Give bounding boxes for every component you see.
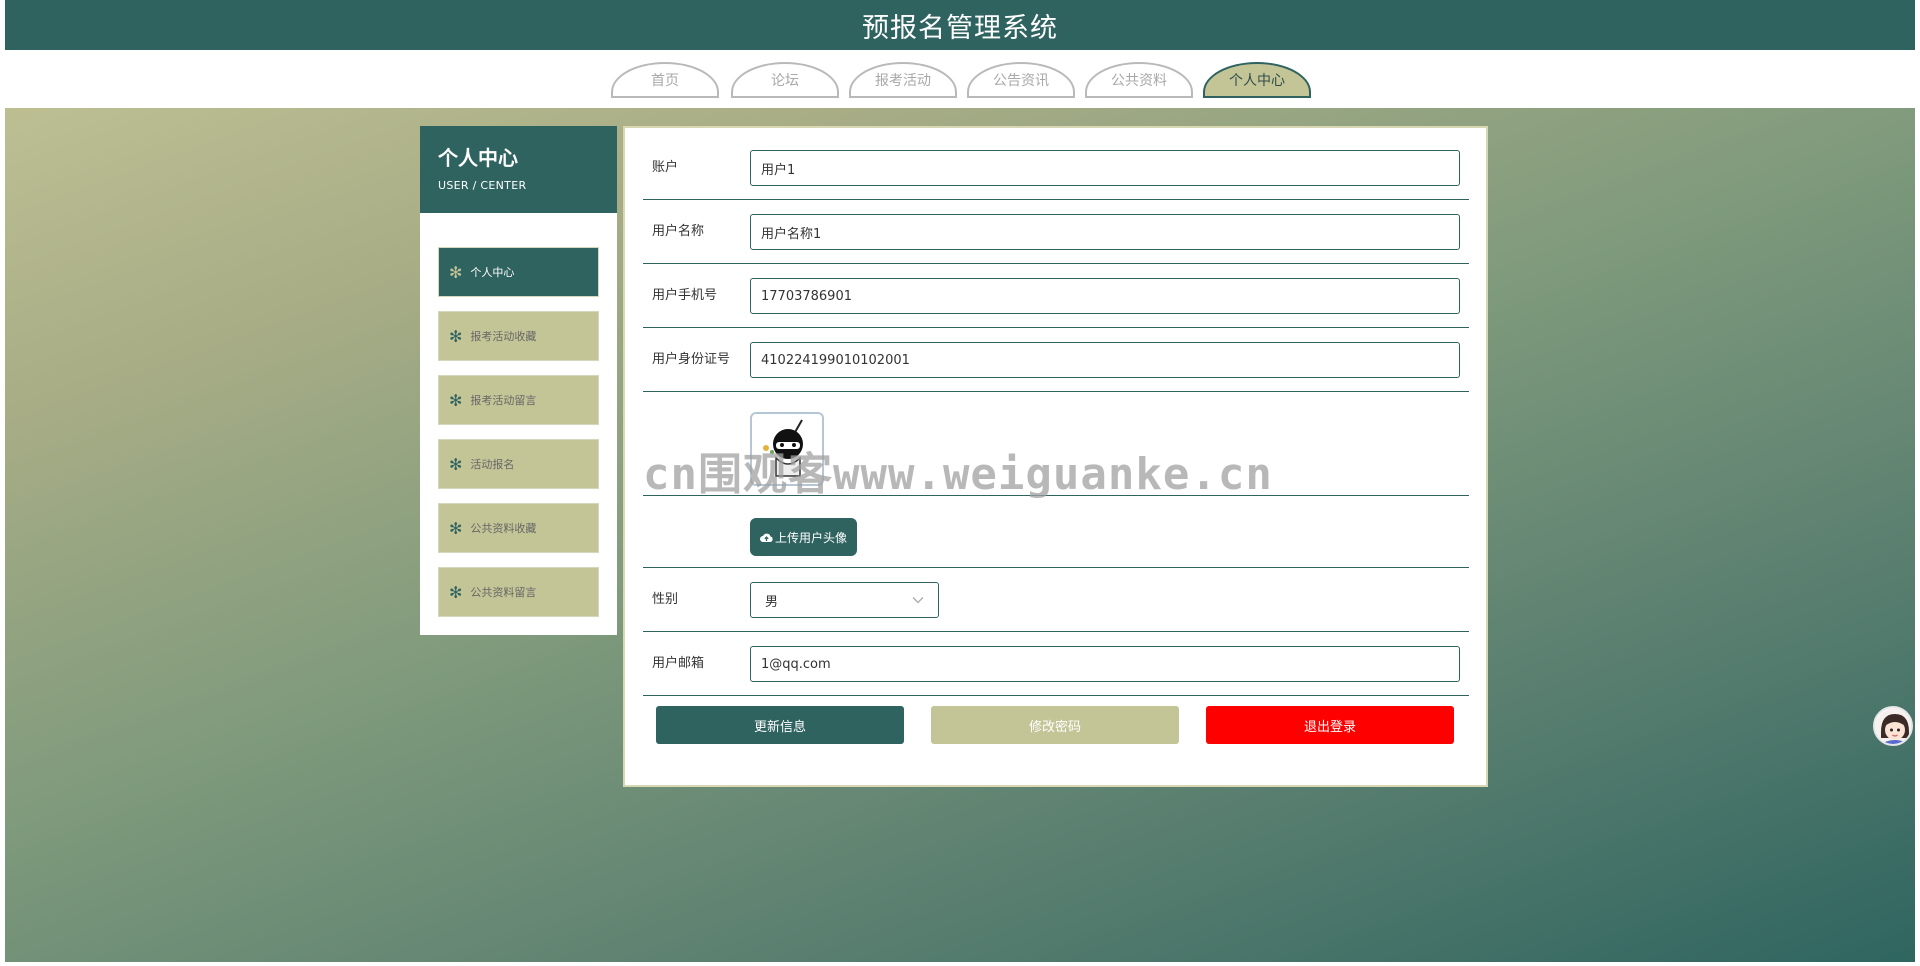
phone-input[interactable] [750,278,1460,314]
form-row-phone: 用户手机号 [643,268,1469,328]
tab-forum[interactable]: 论坛 [731,62,839,96]
username-label: 用户名称 [652,224,705,239]
form-row-email: 用户邮箱 [643,636,1469,696]
snowflake-icon: ✻ [449,454,463,474]
update-info-button[interactable]: 更新信息 [656,706,904,744]
sidebar-item-label: 报考活动留言 [470,394,537,407]
email-input[interactable] [750,646,1460,682]
snowflake-icon: ✻ [449,326,463,346]
form-row-idcard: 用户身份证号 [643,332,1469,392]
site-title: 预报名管理系统 [862,12,1058,44]
sidebar-item-activity-messages[interactable]: ✻ 报考活动留言 [438,375,599,425]
form-row-avatar [643,396,1469,496]
tab-exam-activities[interactable]: 报考活动 [849,62,957,96]
form-row-account: 账户 [643,140,1469,200]
phone-label: 用户手机号 [652,288,718,303]
logout-button[interactable]: 退出登录 [1206,706,1454,744]
snowflake-icon: ✻ [449,390,463,410]
sidebar: 个人中心 USER / CENTER ✻ 个人中心 ✻ 报考活动收藏 ✻ 报考活… [420,126,617,635]
snowflake-icon: ✻ [449,518,463,538]
nav-bar: 首页 论坛 报考活动 公告资讯 公共资料 个人中心 [5,50,1915,108]
snowflake-icon: ✻ [449,262,463,282]
sidebar-item-label: 公共资料收藏 [470,522,537,535]
sidebar-item-material-favorites[interactable]: ✻ 公共资料收藏 [438,503,599,553]
username-input[interactable] [750,214,1460,250]
sidebar-title: 个人中心 [438,146,518,170]
sidebar-item-label: 报考活动收藏 [470,330,537,343]
nav-tabs: 首页 论坛 报考活动 公告资讯 公共资料 个人中心 [611,62,1321,96]
tab-announcements[interactable]: 公告资讯 [967,62,1075,96]
snowflake-icon: ✻ [449,582,463,602]
tab-home[interactable]: 首页 [611,62,719,96]
gender-select[interactable]: 男 [750,582,939,618]
sidebar-item-activity-favorites[interactable]: ✻ 报考活动收藏 [438,311,599,361]
assistant-avatar-icon [1875,708,1911,744]
chevron-down-icon [912,597,924,604]
account-input[interactable] [750,150,1460,186]
upload-button-label: 上传用户头像 [774,530,847,545]
sidebar-item-activity-signup[interactable]: ✻ 活动报名 [438,439,599,489]
tab-public-materials[interactable]: 公共资料 [1085,62,1193,96]
idcard-label: 用户身份证号 [652,352,731,367]
sidebar-menu: ✻ 个人中心 ✻ 报考活动收藏 ✻ 报考活动留言 ✻ 活动报名 ✻ 公共资料收藏… [420,213,617,617]
sidebar-item-label: 个人中心 [470,266,515,279]
gender-selected-value: 男 [765,594,779,610]
account-label: 账户 [652,160,679,175]
change-password-button[interactable]: 修改密码 [931,706,1179,744]
profile-form-panel: 账户 用户名称 用户手机号 用户身份证号 [623,126,1488,787]
top-header: 预报名管理系统 [5,0,1915,50]
tab-personal-center[interactable]: 个人中心 [1203,62,1311,96]
sidebar-item-label: 公共资料留言 [470,586,537,599]
sidebar-item-material-messages[interactable]: ✻ 公共资料留言 [438,567,599,617]
sidebar-item-personal-center[interactable]: ✻ 个人中心 [438,247,599,297]
sidebar-header: 个人中心 USER / CENTER [420,126,617,213]
upload-avatar-button[interactable]: 上传用户头像 [750,518,857,556]
form-row-username: 用户名称 [643,204,1469,264]
page-frame: 预报名管理系统 首页 论坛 报考活动 公告资讯 公共资料 个人中心 个人中心 U… [5,0,1915,962]
gender-label: 性别 [652,592,679,607]
avatar-image [763,419,803,477]
assistant-avatar-button[interactable] [1873,706,1913,746]
idcard-input[interactable] [750,342,1460,378]
avatar-preview[interactable] [750,412,824,486]
form-row-upload: 上传用户头像 [643,500,1469,568]
cloud-upload-icon [759,533,773,542]
form-row-gender: 性别 男 [643,572,1469,632]
sidebar-subtitle: USER / CENTER [438,179,527,192]
email-label: 用户邮箱 [652,656,705,671]
sidebar-item-label: 活动报名 [470,458,515,471]
